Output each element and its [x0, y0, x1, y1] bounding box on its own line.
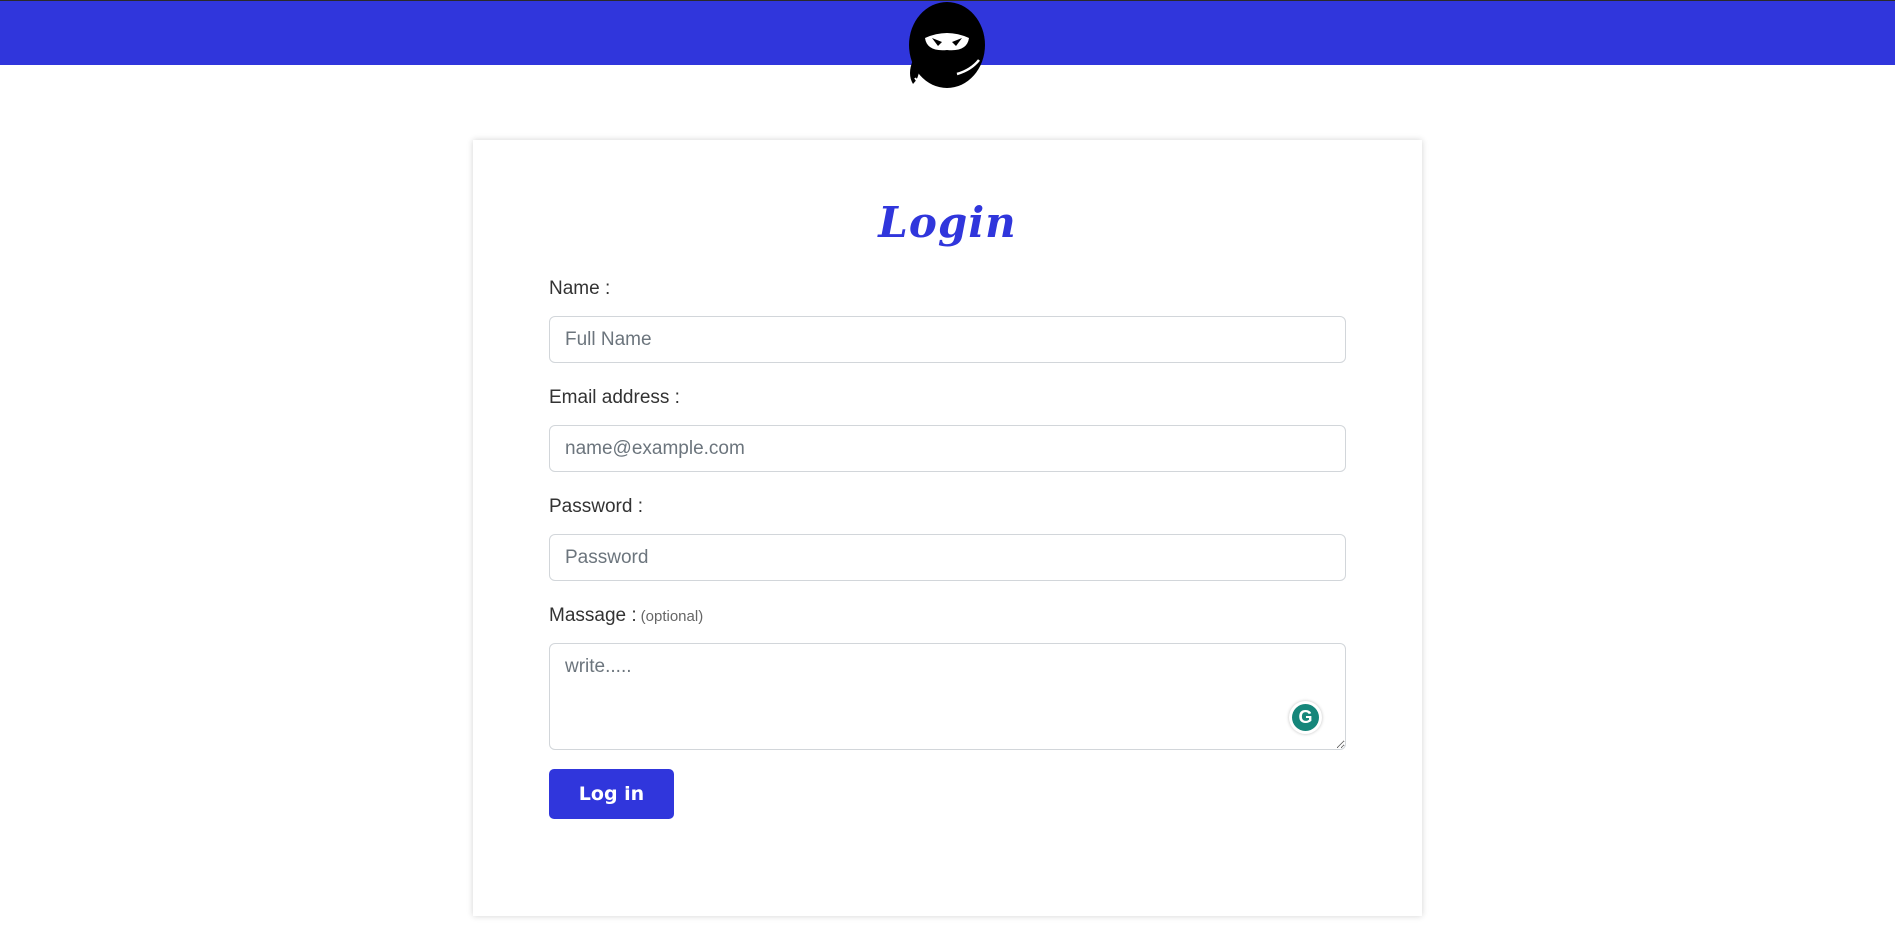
form-title: Login	[878, 198, 1017, 247]
grammarly-icon[interactable]: G	[1289, 701, 1322, 734]
login-card: Login Name : Email address : Password : …	[473, 140, 1422, 916]
ninja-logo-icon	[909, 2, 985, 88]
login-button[interactable]: Log in	[549, 769, 674, 819]
optional-hint: (optional)	[640, 608, 704, 625]
name-input[interactable]	[549, 316, 1346, 363]
password-input[interactable]	[549, 534, 1346, 581]
password-label: Password :	[549, 496, 643, 517]
message-label: Massage : (optional)	[549, 605, 703, 627]
message-label-text: Massage :	[549, 605, 637, 626]
grammarly-glyph: G	[1292, 704, 1319, 731]
name-label: Name :	[549, 278, 611, 299]
email-input[interactable]	[549, 425, 1346, 472]
email-label: Email address :	[549, 387, 680, 408]
message-textarea[interactable]	[549, 643, 1346, 750]
